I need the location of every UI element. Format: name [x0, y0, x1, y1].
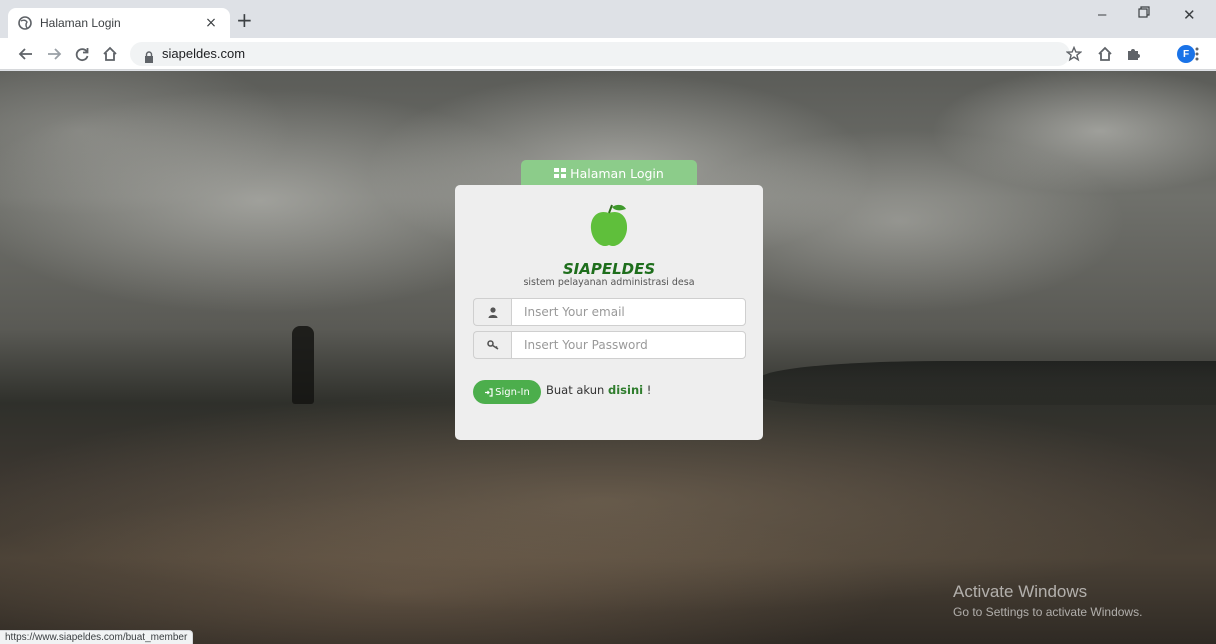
lock-icon[interactable] [144, 48, 154, 63]
email-field[interactable] [511, 298, 746, 326]
register-text: Buat akun disini ! [546, 383, 651, 397]
email-input-group [473, 298, 746, 326]
browser-toolbar: siapeldes.com [0, 38, 1216, 70]
register-link[interactable]: disini [608, 383, 643, 397]
sign-in-icon [485, 387, 493, 397]
home-icon[interactable] [98, 42, 122, 66]
sign-in-button[interactable]: Sign-In [473, 380, 541, 404]
background-figure [292, 326, 314, 404]
app-subtitle: sistem pelayanan administrasi desa [523, 277, 695, 288]
login-panel-tab: Halaman Login [521, 160, 697, 186]
page-viewport: Halaman Login SIAPELDES sistem pelayanan… [0, 71, 1216, 644]
tab-title: Halaman Login [40, 16, 121, 30]
restore-button[interactable] [1138, 6, 1150, 21]
key-icon [473, 331, 511, 359]
grid-icon [554, 168, 567, 178]
sign-in-label: Sign-In [495, 386, 530, 398]
user-icon [473, 298, 511, 326]
login-panel-title: Halaman Login [570, 165, 664, 181]
activate-subtitle: Go to Settings to activate Windows. [953, 605, 1143, 619]
tab-strip: Halaman Login × + – ✕ [0, 0, 1216, 38]
star-icon[interactable] [1062, 42, 1086, 66]
activate-title: Activate Windows [953, 582, 1088, 601]
status-bar-url: https://www.siapeldes.com/buat_member [0, 630, 194, 644]
register-prefix: Buat akun [546, 383, 608, 397]
password-field[interactable] [511, 331, 746, 359]
reload-icon[interactable] [70, 42, 94, 66]
browser-tab[interactable]: Halaman Login × [8, 8, 230, 38]
password-input-group [473, 331, 746, 359]
home-shortcut-icon[interactable] [1093, 42, 1117, 66]
minimize-button[interactable]: – [1098, 6, 1106, 23]
tab-close-icon[interactable]: × [202, 15, 220, 31]
siapeldes-logo [590, 204, 628, 247]
activate-windows-watermark: Activate Windows Go to Settings to activ… [953, 582, 1142, 619]
app-name: SIAPELDES [562, 260, 656, 278]
new-tab-button[interactable]: + [236, 10, 253, 30]
register-suffix: ! [643, 383, 652, 397]
profile-avatar[interactable]: F [1177, 45, 1195, 63]
close-window-button[interactable]: ✕ [1183, 6, 1196, 24]
login-card: SIAPELDES sistem pelayanan administrasi … [455, 185, 763, 440]
address-bar[interactable]: siapeldes.com [130, 42, 1070, 66]
back-icon[interactable] [14, 42, 38, 66]
url-text: siapeldes.com [162, 46, 246, 61]
restore-icon [1138, 6, 1150, 18]
globe-icon [18, 16, 32, 30]
extensions-icon[interactable] [1121, 42, 1145, 66]
background-hills [760, 361, 1216, 405]
forward-icon[interactable] [42, 42, 66, 66]
